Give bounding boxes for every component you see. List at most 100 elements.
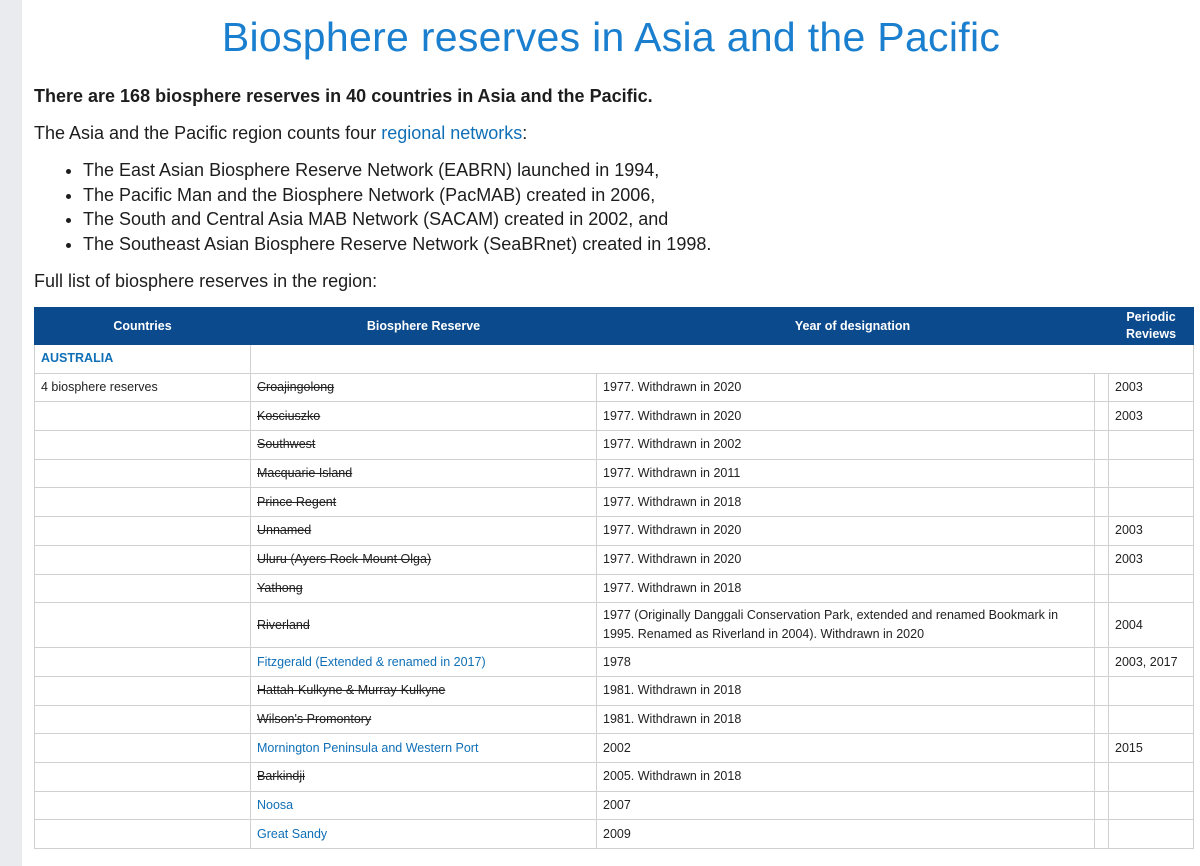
- periodic-review: [1108, 761, 1194, 792]
- reserve-name-cell: Mornington Peninsula and Western Port: [250, 733, 597, 763]
- reserve-name-link[interactable]: Macquarie Island: [257, 466, 352, 480]
- country-row: AUSTRALIA: [34, 344, 1194, 374]
- reserve-name-cell: Unnamed: [250, 516, 597, 546]
- header-periodic-reviews: Periodic Reviews: [1108, 307, 1194, 345]
- country-cell: [34, 647, 251, 677]
- country-cell: [34, 401, 251, 432]
- reserve-name-cell: Croajingolong: [250, 372, 597, 403]
- reserve-name-cell: Uluru (Ayers Rock-Mount Olga): [250, 544, 597, 575]
- spacer-cell: [1094, 487, 1109, 518]
- year-of-designation: 1977. Withdrawn in 2011: [596, 458, 1095, 489]
- reserve-name-link[interactable]: Mornington Peninsula and Western Port: [257, 741, 478, 755]
- table-row: Noosa 2007: [34, 790, 1194, 821]
- table-row: Fitzgerald (Extended & renamed in 2017) 1…: [34, 647, 1194, 677]
- year-of-designation: 1978: [596, 647, 1095, 677]
- spacer-cell: [1094, 675, 1109, 706]
- reserve-name-link[interactable]: Yathong: [257, 581, 303, 595]
- reserve-name-link[interactable]: Great Sandy: [257, 827, 327, 841]
- spacer-cell: [1094, 733, 1109, 763]
- year-of-designation: 2009: [596, 819, 1095, 849]
- spacer-cell: [1094, 819, 1109, 849]
- table-row: 4 biosphere reserves Croajingolong 1977. W…: [34, 372, 1194, 403]
- table-row: Yathong 1977. Withdrawn in 2018: [34, 573, 1194, 604]
- table-row: Mornington Peninsula and Western Port 200…: [34, 733, 1194, 763]
- reserve-name-link[interactable]: Fitzgerald (Extended & renamed in 2017): [257, 655, 486, 669]
- table-row: Uluru (Ayers Rock-Mount Olga) 1977. Withd…: [34, 544, 1194, 575]
- country-cell: [34, 602, 251, 649]
- table-row: Prince Regent 1977. Withdrawn in 2018: [34, 487, 1194, 518]
- country-cell: [34, 733, 251, 763]
- table-row: Kosciuszko 1977. Withdrawn in 2020 2003: [34, 401, 1194, 432]
- periodic-review: [1108, 790, 1194, 821]
- header-year-of-designation: Year of designation: [596, 307, 1109, 345]
- network-item: The South and Central Asia MAB Network (…: [83, 207, 711, 232]
- table-header-row: Countries Biosphere Reserve Year of desi…: [34, 307, 1194, 345]
- reserve-name-cell: Riverland: [250, 602, 597, 649]
- table-row: Southwest 1977. Withdrawn in 2002: [34, 430, 1194, 460]
- intro-text-before: The Asia and the Pacific region counts f…: [34, 123, 382, 143]
- table-row: Macquarie Island 1977. Withdrawn in 2011: [34, 458, 1194, 489]
- periodic-review: [1108, 819, 1194, 849]
- table-row: Riverland 1977 (Originally Danggali Conse…: [34, 602, 1194, 649]
- network-item: The East Asian Biosphere Reserve Network…: [83, 158, 711, 183]
- reserve-name-link[interactable]: Southwest: [257, 437, 315, 451]
- spacer-cell: [1094, 372, 1109, 403]
- country-row-empty: [250, 344, 1194, 374]
- spacer-cell: [1094, 401, 1109, 432]
- periodic-review: 2003: [1108, 372, 1194, 403]
- spacer-cell: [1094, 458, 1109, 489]
- header-biosphere-reserve: Biosphere Reserve: [250, 307, 597, 345]
- periodic-review: 2015: [1108, 733, 1194, 763]
- table-row: Barkindji 2005. Withdrawn in 2018: [34, 761, 1194, 792]
- country-cell: [34, 544, 251, 575]
- country-cell: [34, 458, 251, 489]
- country-cell: [34, 675, 251, 706]
- year-of-designation: 2007: [596, 790, 1095, 821]
- country-cell: [34, 790, 251, 821]
- reserve-name-link[interactable]: Croajingolong: [257, 380, 334, 394]
- reserve-name-link[interactable]: Noosa: [257, 798, 293, 812]
- full-list-label: Full list of biosphere reserves in the r…: [34, 271, 378, 291]
- country-name: AUSTRALIA: [34, 344, 251, 374]
- country-cell: [34, 430, 251, 460]
- spacer-cell: [1094, 430, 1109, 460]
- year-of-designation: 1977. Withdrawn in 2018: [596, 573, 1095, 604]
- year-of-designation: 1981. Withdrawn in 2018: [596, 675, 1095, 706]
- spacer-cell: [1094, 516, 1109, 546]
- reserve-name-link[interactable]: Prince Regent: [257, 495, 336, 509]
- periodic-review: [1108, 573, 1194, 604]
- reserve-name-cell: Fitzgerald (Extended & renamed in 2017): [250, 647, 597, 677]
- reserve-name-cell: Kosciuszko: [250, 401, 597, 432]
- reserve-name-link[interactable]: Unnamed: [257, 523, 311, 537]
- spacer-cell: [1094, 790, 1109, 821]
- country-cell: [34, 761, 251, 792]
- reserve-name-link[interactable]: Kosciuszko: [257, 409, 320, 423]
- reserve-name-cell: Hattah-Kulkyne & Murray-Kulkyne: [250, 675, 597, 706]
- reserve-name-link[interactable]: Hattah-Kulkyne & Murray-Kulkyne: [257, 683, 445, 697]
- reserve-name-link[interactable]: Riverland: [257, 618, 310, 632]
- year-of-designation: 1977. Withdrawn in 2020: [596, 401, 1095, 432]
- spacer-cell: [1094, 544, 1109, 575]
- periodic-review: 2004: [1108, 602, 1194, 649]
- reserve-name-cell: Southwest: [250, 430, 597, 460]
- table-row: Hattah-Kulkyne & Murray-Kulkyne 1981. Wit…: [34, 675, 1194, 706]
- year-of-designation: 1977. Withdrawn in 2020: [596, 516, 1095, 546]
- network-item: The Southeast Asian Biosphere Reserve Ne…: [83, 232, 711, 257]
- year-of-designation: 1977. Withdrawn in 2020: [596, 372, 1095, 403]
- periodic-review: 2003, 2017: [1108, 647, 1194, 677]
- networks-list: The East Asian Biosphere Reserve Network…: [34, 158, 711, 257]
- reserves-table: Countries Biosphere Reserve Year of desi…: [34, 307, 1194, 849]
- network-item: The Pacific Man and the Biosphere Networ…: [83, 183, 711, 208]
- reserve-name-link[interactable]: Barkindji: [257, 769, 305, 783]
- year-of-designation: 2002: [596, 733, 1095, 763]
- periodic-review: [1108, 675, 1194, 706]
- country-cell: [34, 516, 251, 546]
- country-cell: [34, 573, 251, 604]
- reserve-name-link[interactable]: Uluru (Ayers Rock-Mount Olga): [257, 552, 431, 566]
- regional-networks-link[interactable]: regional networks: [381, 123, 522, 143]
- year-of-designation: 1981. Withdrawn in 2018: [596, 704, 1095, 735]
- reserve-name-link[interactable]: Wilson's Promontory: [257, 712, 371, 726]
- page: Biosphere reserves in Asia and the Pacif…: [22, 0, 1200, 866]
- spacer-cell: [1094, 647, 1109, 677]
- periodic-review: [1108, 487, 1194, 518]
